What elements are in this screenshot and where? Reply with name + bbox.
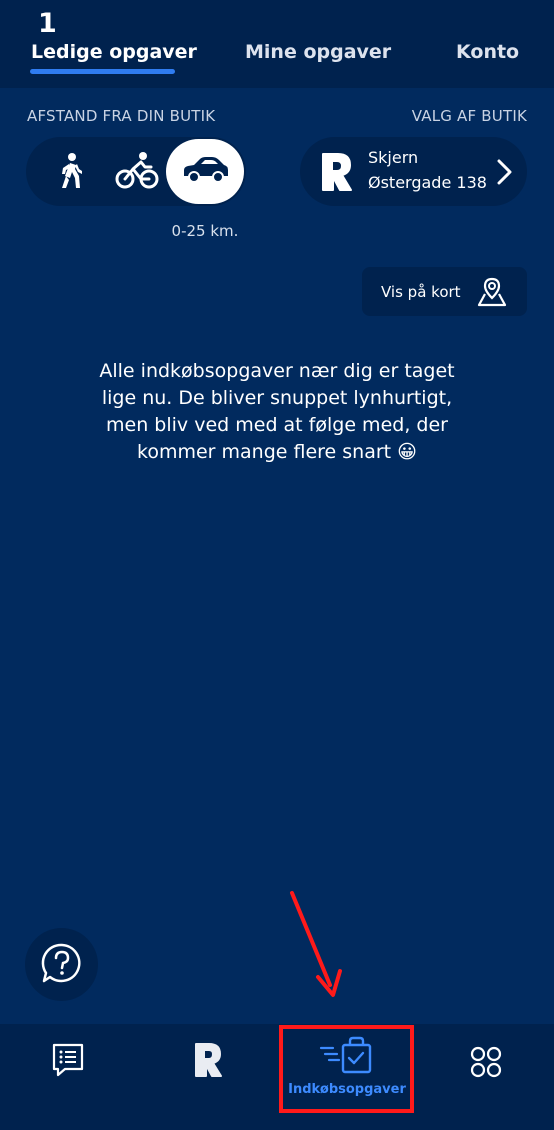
- annotation-highlight-box: [279, 1025, 414, 1113]
- chevron-right-icon: [494, 158, 514, 186]
- map-pin-icon: [476, 276, 508, 308]
- annotation-arrow-icon: [280, 885, 350, 1000]
- nav-list-chat[interactable]: [48, 1042, 88, 1082]
- store-street: Østergade 138: [368, 173, 487, 192]
- car-mode-button[interactable]: [166, 139, 244, 204]
- nav-rema[interactable]: [188, 1042, 228, 1082]
- show-on-map-label: Vis på kort: [381, 283, 461, 301]
- distance-section-label: AFSTAND FRA DIN BUTIK: [27, 107, 216, 125]
- store-city: Skjern: [368, 148, 419, 167]
- tab-count-badge: 1: [38, 8, 57, 39]
- distance-range-text: 0-25 km.: [171, 222, 239, 240]
- empty-state-message: Alle indkøbsopgaver nær dig er taget lig…: [99, 360, 455, 463]
- list-chat-icon: [51, 1042, 85, 1082]
- tab-konto[interactable]: Konto: [456, 40, 519, 64]
- car-icon: [180, 156, 230, 188]
- walk-icon[interactable]: [50, 150, 90, 192]
- grid-dots-icon: [469, 1045, 503, 1083]
- tab-ledige-opgaver[interactable]: Ledige opgaver: [31, 40, 197, 64]
- tab-mine-opgaver[interactable]: Mine opgaver: [245, 40, 391, 64]
- active-tab-indicator: [30, 69, 175, 74]
- help-button[interactable]: [25, 928, 98, 1001]
- store-section-label: VALG AF BUTIK: [411, 107, 527, 125]
- bike-icon[interactable]: [114, 150, 160, 192]
- rema-r-icon: [193, 1042, 223, 1082]
- help-chat-icon: [41, 942, 83, 988]
- nav-more[interactable]: [466, 1044, 506, 1084]
- rema-r-logo: [318, 151, 354, 193]
